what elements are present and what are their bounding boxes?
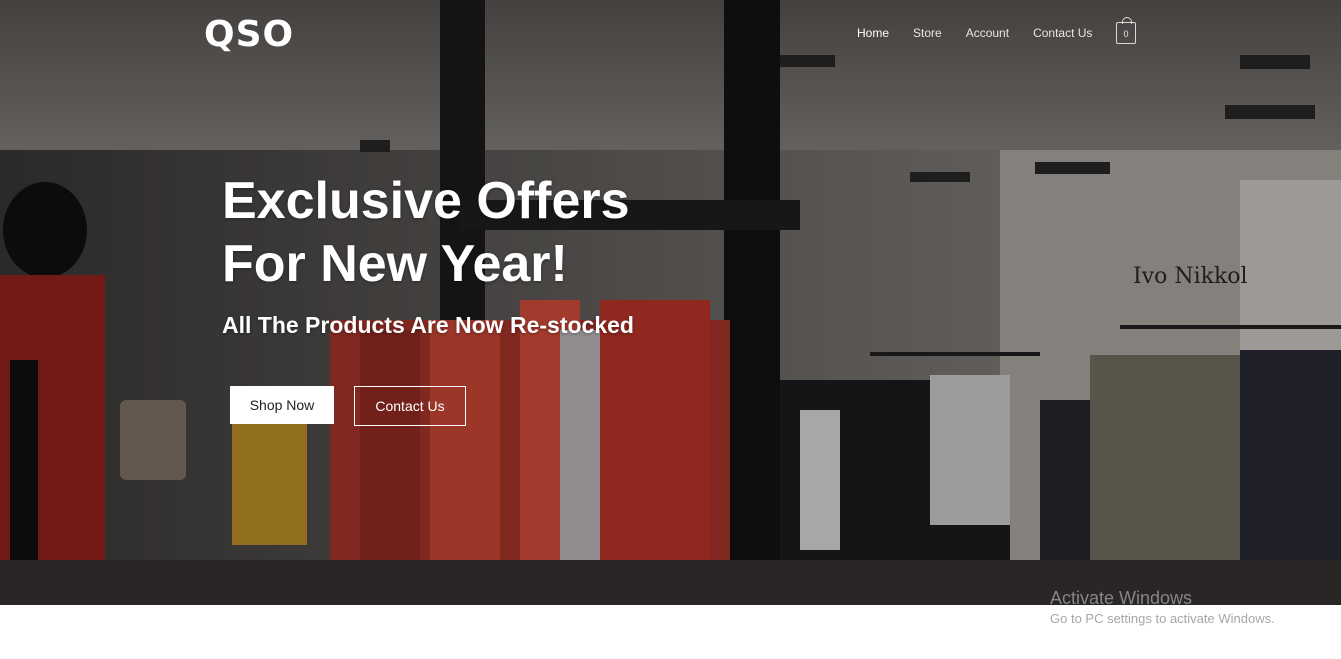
hero-overlay (0, 0, 1341, 605)
windows-activation-watermark: Activate Windows Go to PC settings to ac… (1050, 588, 1275, 626)
nav-contact-us[interactable]: Contact Us (1033, 26, 1092, 40)
nav-store[interactable]: Store (913, 26, 942, 40)
site-logo[interactable]: QSO (204, 14, 294, 55)
nav-account[interactable]: Account (966, 26, 1009, 40)
cart-icon[interactable]: 0 (1116, 17, 1136, 44)
hero-headline-line2: For New Year! (222, 235, 568, 293)
watermark-subtitle: Go to PC settings to activate Windows. (1050, 611, 1275, 626)
hero-headline-line1: Exclusive Offers (222, 172, 630, 230)
watermark-title: Activate Windows (1050, 588, 1193, 608)
shop-now-button[interactable]: Shop Now (230, 386, 334, 424)
hero-subheading: All The Products Are Now Re-stocked (222, 312, 634, 338)
contact-us-button[interactable]: Contact Us (354, 386, 466, 426)
hero-banner: Ivo Nikkol QSO Home Store Account Contac… (0, 0, 1341, 605)
cart-count: 0 (1123, 29, 1129, 39)
nav-home[interactable]: Home (857, 26, 889, 40)
hero-headline: Exclusive Offers For New Year! (222, 170, 630, 296)
main-nav: Home Store Account Contact Us (845, 26, 1104, 40)
